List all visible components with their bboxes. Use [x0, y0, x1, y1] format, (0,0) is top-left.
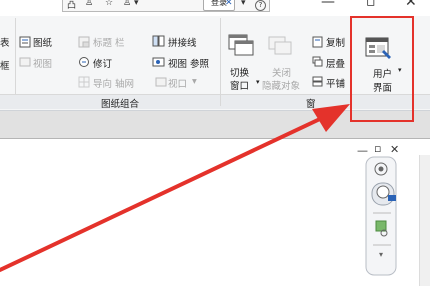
annotation-arrow [0, 104, 350, 272]
